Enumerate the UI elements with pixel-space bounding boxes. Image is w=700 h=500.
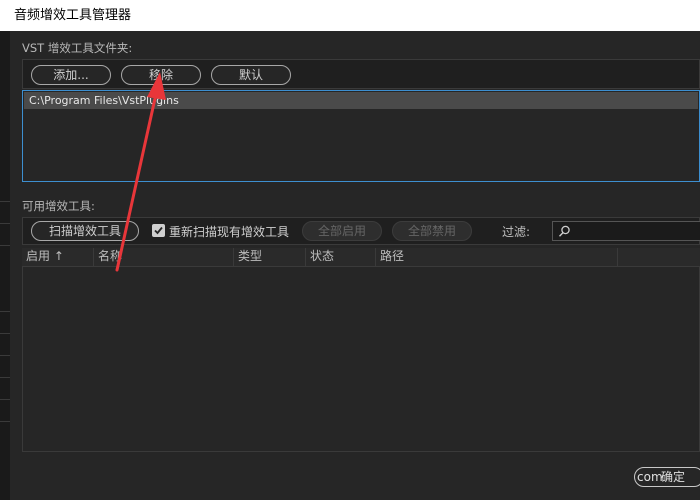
sort-ascending-icon: ↑ bbox=[53, 249, 64, 263]
filter-label: 过滤: bbox=[502, 225, 531, 239]
add-folder-button[interactable]: 添加... bbox=[31, 65, 111, 85]
window-title-bar: 音频增效工具管理器 bbox=[0, 0, 700, 31]
filter-search-box[interactable] bbox=[552, 221, 700, 241]
ok-button[interactable]: com 确定 bbox=[634, 467, 700, 487]
background-window-strip bbox=[0, 31, 10, 500]
vst-folder-label: VST 增效工具文件夹: bbox=[22, 41, 133, 55]
available-plugins-label: 可用增效工具: bbox=[22, 199, 95, 213]
default-folder-button[interactable]: 默认 bbox=[211, 65, 291, 85]
vst-folder-list[interactable]: C:\Program Files\VstPlugins bbox=[22, 90, 700, 182]
disable-all-button[interactable]: 全部禁用 bbox=[392, 221, 472, 241]
column-type[interactable]: 类型 bbox=[234, 248, 306, 266]
plugins-table-header: 启用 ↑ 名称 类型 状态 路径 bbox=[22, 248, 700, 266]
ok-button-overlap-text: com bbox=[637, 470, 663, 484]
scan-plugins-button[interactable]: 扫描增效工具 bbox=[31, 221, 139, 241]
window-title: 音频增效工具管理器 bbox=[14, 8, 132, 23]
search-icon bbox=[558, 225, 570, 237]
column-name[interactable]: 名称 bbox=[94, 248, 234, 266]
filter-input[interactable] bbox=[575, 223, 695, 239]
column-enabled-label: 启用 bbox=[26, 249, 51, 263]
rescan-existing-label: 重新扫描现有增效工具 bbox=[169, 225, 290, 239]
column-status[interactable]: 状态 bbox=[306, 248, 376, 266]
ok-button-label: 确定 bbox=[661, 470, 686, 484]
checkmark-icon bbox=[154, 226, 163, 235]
available-plugins-toolbar: 扫描增效工具 重新扫描现有增效工具 全部启用 全部禁用 过滤: bbox=[22, 217, 700, 245]
rescan-existing-checkbox[interactable] bbox=[152, 224, 165, 237]
plugins-table-body[interactable] bbox=[22, 266, 700, 452]
column-path[interactable]: 路径 bbox=[376, 248, 618, 266]
folder-list-item[interactable]: C:\Program Files\VstPlugins bbox=[24, 92, 698, 109]
remove-folder-button[interactable]: 移除 bbox=[121, 65, 201, 85]
vst-folder-toolbar: 添加... 移除 默认 bbox=[22, 59, 700, 89]
column-enabled[interactable]: 启用 ↑ bbox=[22, 248, 94, 266]
enable-all-button[interactable]: 全部启用 bbox=[302, 221, 382, 241]
